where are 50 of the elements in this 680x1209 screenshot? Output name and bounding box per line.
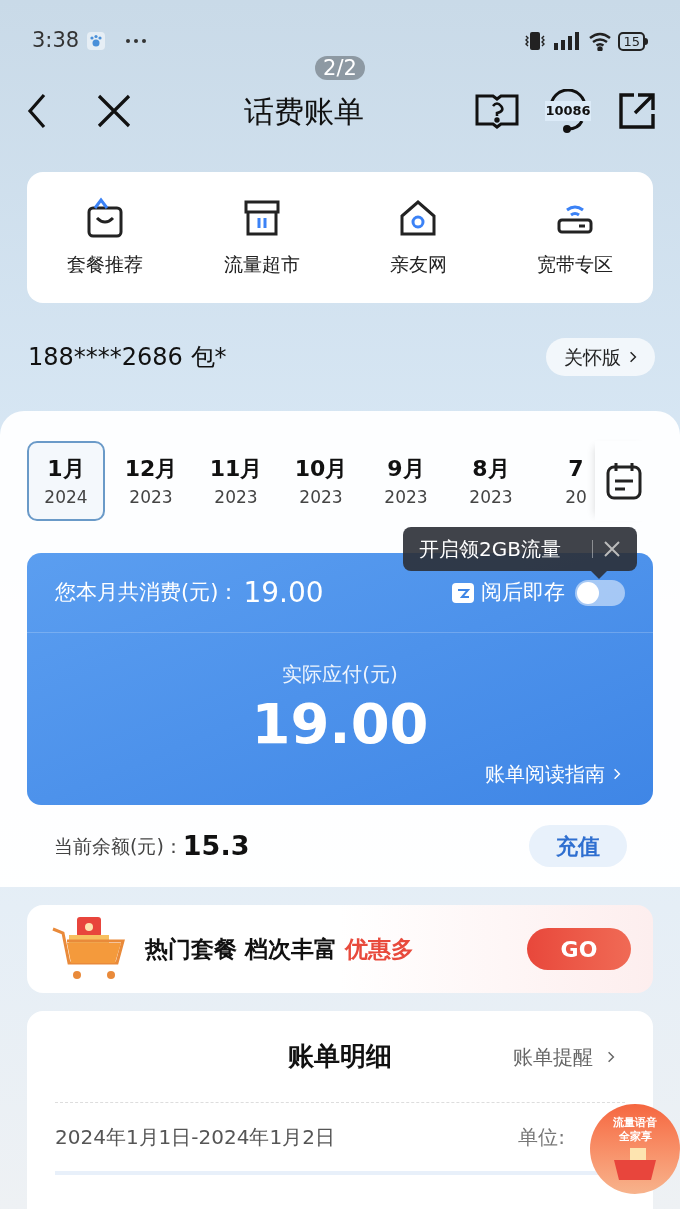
month-tab[interactable]: 1月 2024 xyxy=(27,441,105,521)
balance-amount: 15.3 xyxy=(182,828,250,863)
unit-label: 单位: xyxy=(518,1124,565,1151)
month-tab[interactable]: 8月 2023 xyxy=(452,441,530,521)
promo-banner[interactable]: 热门套餐 档次丰富 优惠多 GO xyxy=(27,905,653,993)
payable-amount: 19.00 xyxy=(251,690,429,758)
share-icon[interactable] xyxy=(618,92,656,130)
month-tab[interactable]: 7 20 xyxy=(537,441,595,521)
status-time: 3:38 xyxy=(32,27,80,55)
close-icon[interactable] xyxy=(96,93,132,129)
save-label: 阅后即存 xyxy=(481,578,565,606)
month-tab[interactable]: 10月 2023 xyxy=(282,441,360,521)
total-amount: 19.00 xyxy=(243,574,324,611)
month-tab[interactable]: 9月 2023 xyxy=(367,441,445,521)
month-tab[interactable]: 11月 2023 xyxy=(197,441,275,521)
chevron-icon xyxy=(613,767,621,781)
promo-headline: 热门套餐 档次丰富 xyxy=(145,934,337,964)
badge-text: 全家享 xyxy=(618,1130,652,1144)
vibrate-icon xyxy=(524,31,547,51)
page-indicator: 2/2 xyxy=(315,56,365,80)
promo-highlight: 优惠多 xyxy=(345,934,414,964)
save-toggle[interactable] xyxy=(575,579,625,606)
wifi-icon xyxy=(588,31,613,51)
month-tab[interactable]: 12月 2023 xyxy=(112,441,190,521)
bill-reminder-link[interactable]: 账单提醒 xyxy=(513,1041,615,1072)
battery-indicator: 15 xyxy=(618,31,648,51)
badge-text: 流量语音 xyxy=(613,1116,657,1130)
balance-label: 当前余额(元)： xyxy=(54,833,183,859)
more-icon xyxy=(125,38,148,44)
paw-icon xyxy=(87,32,106,50)
bill-guide-link[interactable]: 账单阅读指南 xyxy=(485,759,621,789)
tooltip-text: 开启领2GB流量 xyxy=(419,536,561,563)
page-title: 话费账单 xyxy=(244,92,364,131)
detail-title: 账单明细 xyxy=(288,1040,392,1073)
care-mode-button[interactable]: 关怀版 xyxy=(546,338,655,376)
chevron-icon xyxy=(607,1049,615,1064)
shortcut-label[interactable]: 流量超市 xyxy=(223,250,300,279)
shortcut-label[interactable]: 套餐推荐 xyxy=(67,250,144,279)
phone-number: 188****2686 包* xyxy=(28,342,227,373)
help-book-icon[interactable] xyxy=(474,92,520,130)
hotline-button[interactable]: 10086 xyxy=(546,89,590,133)
close-icon[interactable] xyxy=(603,540,621,558)
recharge-button[interactable]: 充值 xyxy=(529,825,627,867)
shortcut-label[interactable]: 宽带专区 xyxy=(536,250,613,279)
payable-label: 实际应付(元) xyxy=(282,661,398,688)
total-label: 您本月共消费(元)： xyxy=(55,578,240,606)
shortcut-label[interactable]: 亲友网 xyxy=(389,250,447,279)
period-text: 2024年1月1日-2024年1月2日 xyxy=(55,1124,335,1151)
chevron-icon xyxy=(629,350,637,364)
calendar-icon[interactable] xyxy=(605,461,643,501)
